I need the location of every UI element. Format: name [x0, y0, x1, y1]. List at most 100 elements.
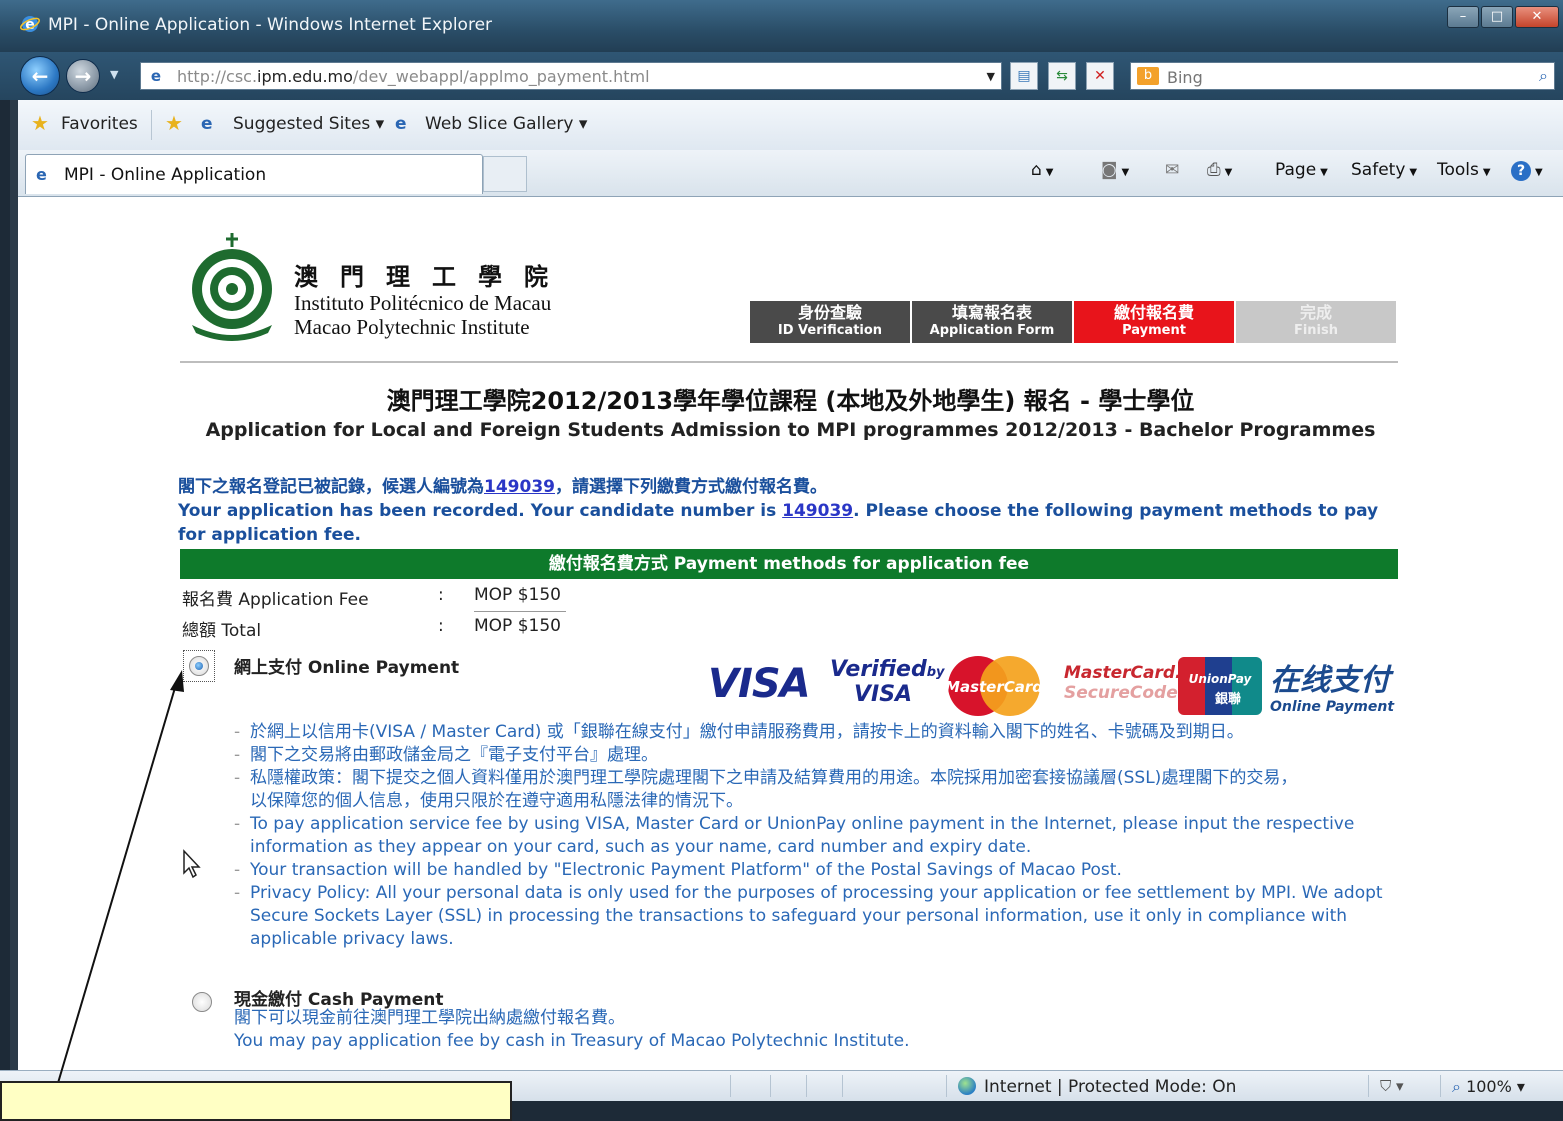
favorites-star-icon: ★: [31, 111, 49, 135]
total-label: 總額 Total: [182, 621, 262, 641]
compatibility-view-button[interactable]: ▤: [1010, 62, 1038, 90]
home-icon: ⌂: [1031, 160, 1042, 180]
verified-by-visa-logo: Verifiedby VISA: [830, 657, 945, 707]
svg-text:MasterCard: MasterCard: [946, 678, 1042, 696]
description-line-continued: 以保障您的個人信息，使用只限於在遵守適用私隱法律的情況下。: [250, 791, 743, 811]
address-bar[interactable]: e http://csc.ipm.edu.mo/dev_webappl/appl…: [140, 62, 1002, 90]
web-slice-gallery-link[interactable]: Web Slice Gallery ▾: [425, 114, 587, 134]
search-icon[interactable]: ⌕: [1539, 66, 1548, 86]
school-name-chinese: 澳門理工學院: [294, 262, 570, 291]
zoom-magnifier-icon: ⌕: [1452, 1077, 1461, 1096]
description-line-continued: Secure Sockets Layer (SSL) in processing…: [250, 906, 1348, 926]
close-button[interactable]: ✕: [1515, 6, 1559, 28]
print-button[interactable]: ⎙ ▼: [1207, 160, 1232, 180]
online-payment-title: 網上支付 Online Payment: [234, 658, 460, 678]
rss-icon: ◙: [1101, 160, 1118, 180]
safety-menu[interactable]: Safety ▼: [1351, 160, 1417, 180]
forward-arrow-icon: →: [74, 64, 92, 88]
application-fee-label: 報名費 Application Fee: [182, 590, 369, 610]
cash-payment-desc-cn: 閣下可以現金前往澳門理工學院出納處繳付報名費。: [234, 1008, 625, 1028]
annotation-callout: [0, 1081, 512, 1121]
internet-globe-icon: [958, 1077, 976, 1095]
favorites-button[interactable]: Favorites: [61, 114, 138, 134]
stop-icon: ✕: [1094, 68, 1106, 84]
school-name-english: Macao Polytechnic Institute: [294, 315, 530, 339]
home-button[interactable]: ⌂ ▼: [1031, 160, 1054, 180]
mouse-cursor-icon: [183, 849, 201, 879]
online-payment-radio[interactable]: [189, 656, 209, 676]
mpi-emblem-logo: [192, 233, 272, 341]
page-title-chinese: 澳門理工學院2012/2013學年學位課程 (本地及外地學生) 報名 - 學士學…: [386, 387, 1195, 415]
visa-logo: VISA: [708, 661, 811, 707]
mastercard-logo: MasterCard: [946, 656, 1042, 716]
ie-page-icon: e: [36, 165, 47, 184]
description-line: 閣下之交易將由郵政儲金局之『電子支付平台』處理。: [234, 744, 1384, 767]
address-dropdown-icon[interactable]: ▼: [987, 70, 995, 83]
tab-title: MPI - Online Application: [64, 165, 267, 185]
application-fee-value: MOP $150: [474, 585, 561, 605]
description-line: Your transaction will be handled by "Ele…: [234, 859, 1384, 882]
candidate-number-link[interactable]: 149039: [782, 501, 853, 521]
forward-button[interactable]: →: [66, 59, 100, 93]
description-line: 於網上以信用卡(VISA / Master Card) 或「銀聯在線支付」繳付申…: [234, 721, 1384, 744]
tools-menu[interactable]: Tools ▼: [1437, 160, 1491, 180]
help-icon: ?: [1511, 161, 1531, 181]
ie-logo-icon: e: [20, 16, 40, 33]
search-box[interactable]: b ⌕: [1130, 62, 1555, 90]
search-input[interactable]: [1165, 66, 1509, 88]
add-favorites-icon[interactable]: ★: [165, 111, 183, 135]
refresh-button[interactable]: ⇆: [1048, 62, 1076, 90]
favorites-bar: ★ Favorites ★ e Suggested Sites ▾ e Web …: [10, 100, 1563, 150]
online-payment-logo: 在线支付 Online Payment: [1270, 663, 1395, 715]
cash-payment-radio[interactable]: [192, 992, 212, 1012]
suggested-sites-link[interactable]: Suggested Sites ▾: [233, 114, 384, 134]
navigation-bar: ← → ▼ e http://csc.ipm.edu.mo/dev_webapp…: [0, 52, 1563, 100]
ie-page-icon: e: [201, 114, 213, 134]
read-mail-button[interactable]: ✉: [1165, 160, 1179, 180]
mastercard-securecode-logo: MasterCard. SecureCode.: [1064, 663, 1185, 703]
cash-payment-desc-en: You may pay application fee by cash in T…: [234, 1031, 910, 1051]
status-divider: [806, 1075, 807, 1097]
divider: [151, 110, 152, 140]
description-line-continued: applicable privacy laws.: [250, 929, 454, 949]
minimize-button[interactable]: –: [1447, 6, 1479, 28]
stop-button[interactable]: ✕: [1086, 62, 1114, 90]
page-title-english: Application for Local and Foreign Studen…: [205, 419, 1376, 441]
compatibility-icon: ▤: [1017, 68, 1031, 84]
description-line-continued: information as they appear on your card,…: [250, 837, 1032, 857]
step-payment: 繳付報名費 Payment: [1074, 301, 1234, 343]
shield-icon: ⛉: [1380, 1077, 1392, 1095]
description-line: 私隱權政策：閣下提交之個人資料僅用於澳門理工學院處理閣下之申請及結算費用的用途。…: [234, 767, 1384, 790]
new-tab-button[interactable]: [483, 156, 527, 192]
command-bar: e MPI - Online Application ⌂ ▼ ◙ ▼ ✉ ⎙ ▼ Pa…: [10, 150, 1563, 197]
maximize-button[interactable]: □: [1481, 6, 1513, 28]
online-payment-description: 於網上以信用卡(VISA / Master Card) 或「銀聯在線支付」繳付申…: [234, 721, 1384, 951]
step-finish: 完成 Finish: [1236, 301, 1396, 343]
status-divider: [730, 1075, 731, 1097]
window-left-frame: [10, 100, 18, 1100]
payment-logos: VISA Verifiedby VISA MasterCard MasterCa…: [708, 653, 1398, 719]
help-button[interactable]: ? ▼: [1511, 160, 1543, 181]
recent-pages-dropdown[interactable]: ▼: [110, 68, 118, 81]
candidate-number-link[interactable]: 149039: [484, 477, 555, 497]
printer-icon: ⎙: [1207, 160, 1221, 180]
ie-page-icon: e: [395, 114, 407, 134]
feeds-button[interactable]: ◙ ▼: [1101, 160, 1129, 180]
zoom-level-button[interactable]: ⌕ 100% ▾: [1452, 1077, 1525, 1097]
popup-blocker-button[interactable]: ⛉ ▾: [1380, 1077, 1404, 1095]
status-divider: [1440, 1075, 1441, 1097]
step-id-verification: 身份查驗 ID Verification: [750, 301, 910, 343]
address-url[interactable]: http://csc.ipm.edu.mo/dev_webappl/applmo…: [177, 67, 650, 86]
window-title: MPI - Online Application - Windows Inter…: [48, 15, 493, 35]
back-arrow-icon: ←: [31, 64, 49, 88]
page-menu[interactable]: Page ▼: [1275, 160, 1328, 180]
description-line: Privacy Policy: All your personal data i…: [234, 882, 1384, 905]
window-titlebar: e MPI - Online Application - Windows Int…: [0, 0, 1563, 52]
tab-mpi-online-application[interactable]: e MPI - Online Application: [25, 154, 483, 194]
page-viewport: 澳門理工學院 Instituto Politécnico de Macau Ma…: [18, 197, 1563, 1070]
security-zone[interactable]: Internet | Protected Mode: On: [958, 1077, 1236, 1097]
back-button[interactable]: ←: [20, 56, 60, 96]
unionpay-logo: UnionPay 銀聯: [1178, 657, 1262, 715]
description-line: To pay application service fee by using …: [234, 813, 1384, 836]
page-icon: e: [150, 67, 162, 85]
